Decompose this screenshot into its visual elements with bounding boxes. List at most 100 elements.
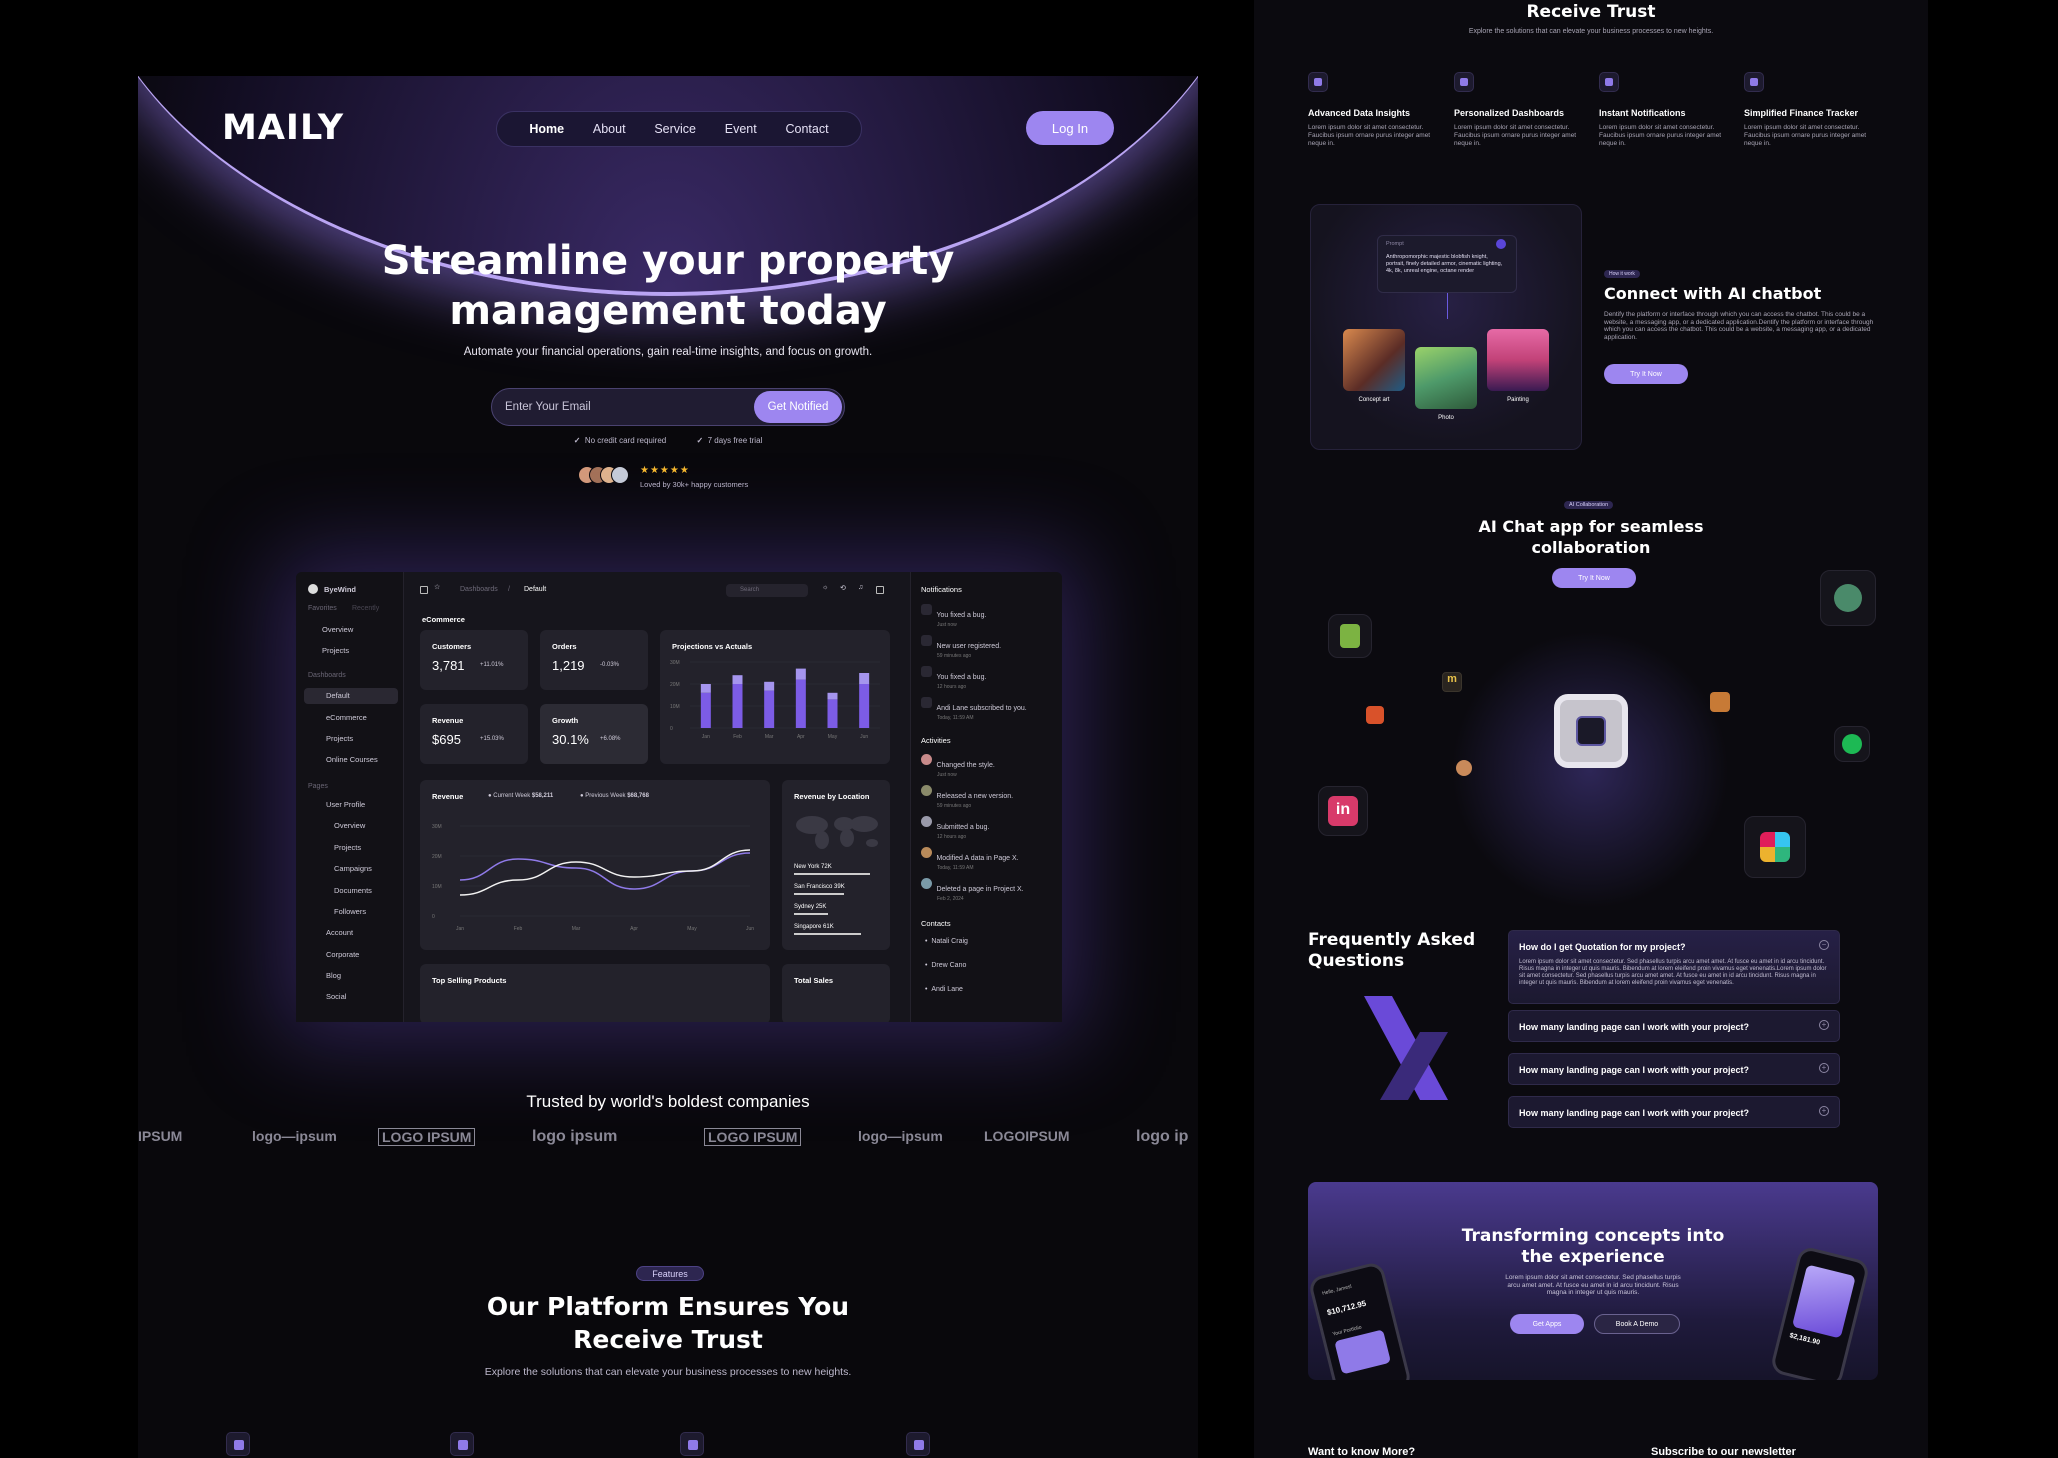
- sidebar-item-social[interactable]: Social: [326, 992, 346, 1001]
- sidebar-subitem-campaigns[interactable]: Campaigns: [334, 864, 372, 873]
- slack-logo: [1760, 832, 1790, 862]
- nav-event[interactable]: Event: [725, 122, 757, 136]
- y-tick-label: 30M: [670, 660, 680, 666]
- concept-art-image[interactable]: [1343, 329, 1405, 391]
- sidebar-item-projects[interactable]: Projects: [322, 646, 349, 655]
- faq-item[interactable]: How many landing page can I work with yo…: [1508, 1053, 1840, 1085]
- faq-question: How do I get Quotation for my project?: [1519, 942, 1686, 952]
- activity-item[interactable]: Released a new version. 59 minutes ago: [921, 785, 1013, 809]
- activity-item[interactable]: Submitted a bug. 12 hours ago: [921, 816, 989, 840]
- image-label: Painting: [1507, 397, 1529, 403]
- sidebar-subitem-followers[interactable]: Followers: [334, 907, 366, 916]
- bar-projection: [859, 673, 870, 684]
- tab-recently[interactable]: Recently: [352, 605, 379, 612]
- phone-mockup-left: Hello, Jamesl $10,712.95 Your Portfolio: [1308, 1260, 1413, 1380]
- login-button[interactable]: Log In: [1026, 111, 1114, 145]
- sidebar-item-account[interactable]: Account: [326, 928, 353, 937]
- location-value: 72K: [821, 864, 832, 870]
- get-apps-button[interactable]: Get Apps: [1510, 1314, 1584, 1334]
- activity-item[interactable]: Changed the style. Just now: [921, 754, 995, 778]
- connector-line: [1447, 293, 1448, 319]
- sidebar-item-user-profile[interactable]: User Profile: [326, 800, 365, 809]
- breadcrumb-dashboards[interactable]: Dashboards: [460, 586, 498, 593]
- faq-item-open[interactable]: How do I get Quotation for my project? −…: [1508, 930, 1840, 1004]
- panel-toggle-icon[interactable]: [876, 586, 884, 594]
- landing-page-continued: Receive Trust Explore the solutions that…: [1254, 0, 1928, 1458]
- activity-time: 12 hours ago: [937, 834, 967, 840]
- contact-name: Andi Lane: [931, 986, 963, 993]
- sidebar-subitem-overview[interactable]: Overview: [334, 821, 365, 830]
- notification-item[interactable]: Andi Lane subscribed to you. Today, 11:59…: [921, 697, 1027, 721]
- nav-service[interactable]: Service: [654, 122, 696, 136]
- history-icon[interactable]: ⟲: [840, 584, 846, 592]
- plus-icon[interactable]: +: [1819, 1106, 1829, 1116]
- stat-change: +15.03%: [480, 736, 504, 742]
- stat-value: 3,781: [432, 658, 465, 673]
- get-notified-button[interactable]: Get Notified: [754, 391, 842, 423]
- photo-image[interactable]: [1415, 347, 1477, 409]
- contact-item[interactable]: • Andi Lane: [925, 986, 963, 993]
- faq-question: How many landing page can I work with yo…: [1519, 1022, 1750, 1032]
- notifications-icon: [1599, 72, 1619, 92]
- total-sales-title: Total Sales: [794, 976, 834, 985]
- minus-icon[interactable]: −: [1819, 940, 1829, 950]
- check-item-2: ✓ 7 days free trial: [696, 436, 762, 445]
- email-input[interactable]: Enter Your Email: [505, 401, 591, 413]
- sidebar-subitem-projects[interactable]: Projects: [334, 843, 361, 852]
- dashboard-right-panel: Notifications You fixed a bug. Just now N…: [910, 572, 1062, 1022]
- nav-home[interactable]: Home: [529, 122, 564, 136]
- collaboration-pill: AI Collaboration: [1564, 501, 1614, 509]
- activity-text: Changed the style.: [936, 762, 995, 769]
- notification-item[interactable]: New user registered. 59 minutes ago: [921, 635, 1001, 659]
- painting-image[interactable]: [1487, 329, 1549, 391]
- sun-icon[interactable]: ☼: [822, 584, 828, 591]
- activity-item[interactable]: Modified A data in Page X. Today, 11:59 A…: [921, 847, 1019, 871]
- customer-avatars: [578, 466, 638, 486]
- check-icon: ✓: [696, 436, 704, 445]
- send-icon[interactable]: [1496, 239, 1506, 249]
- feature-title: Simplified Finance Tracker: [1744, 108, 1859, 118]
- activity-item[interactable]: Deleted a page in Project X. Feb 2, 2024: [921, 878, 1024, 902]
- sidebar-subitem-documents[interactable]: Documents: [334, 886, 372, 895]
- sidebar-item-ecommerce[interactable]: eCommerce: [326, 713, 367, 722]
- nav-contact[interactable]: Contact: [786, 122, 829, 136]
- contact-item[interactable]: • Drew Cano: [925, 962, 966, 969]
- search-input[interactable]: Search: [726, 584, 808, 597]
- bell-icon[interactable]: ♫: [858, 584, 863, 591]
- plus-icon[interactable]: +: [1819, 1063, 1829, 1073]
- plus-icon[interactable]: +: [1819, 1020, 1829, 1030]
- notification-item[interactable]: You fixed a bug. Just now: [921, 604, 986, 628]
- notification-item[interactable]: You fixed a bug. 12 hours ago: [921, 666, 986, 690]
- company-logo: logo—ipsum: [252, 1128, 337, 1144]
- y-tick-label: 20M: [670, 682, 680, 688]
- company-logo: logo ipsum: [532, 1128, 618, 1145]
- star-icon[interactable]: ☆: [434, 583, 440, 591]
- location-bar: [794, 873, 870, 875]
- tab-favorites[interactable]: Favorites: [308, 605, 337, 612]
- sidebar-item-overview[interactable]: Overview: [322, 625, 353, 634]
- avatar: [921, 878, 932, 889]
- x-tick-label: Apr: [630, 926, 638, 932]
- y-tick-label: 0: [670, 726, 673, 732]
- sidebar-toggle-icon[interactable]: [420, 586, 428, 594]
- contact-item[interactable]: • Natali Craig: [925, 938, 968, 945]
- collaboration-try-button[interactable]: Try It Now: [1552, 568, 1636, 588]
- faq-question: How many landing page can I work with yo…: [1519, 1108, 1750, 1118]
- sidebar-item-corporate[interactable]: Corporate: [326, 950, 359, 959]
- nav-about[interactable]: About: [593, 122, 626, 136]
- check-text-1: No credit card required: [584, 436, 667, 445]
- dashboards-icon: [450, 1432, 474, 1456]
- notification-text: Andi Lane subscribed to you.: [936, 705, 1027, 712]
- sidebar-item-default[interactable]: Default: [326, 691, 350, 700]
- x-tick-label: Jun: [746, 926, 754, 932]
- spotify-logo: [1842, 734, 1862, 754]
- sidebar-item-blog[interactable]: Blog: [326, 971, 341, 980]
- bug-icon: [921, 604, 932, 615]
- sidebar-item-online-courses[interactable]: Online Courses: [326, 755, 378, 764]
- faq-item[interactable]: How many landing page can I work with yo…: [1508, 1096, 1840, 1128]
- book-demo-button[interactable]: Book A Demo: [1594, 1314, 1680, 1334]
- sidebar-item-projects-dash[interactable]: Projects: [326, 734, 353, 743]
- try-now-button[interactable]: Try It Now: [1604, 364, 1688, 384]
- notification-text: You fixed a bug.: [936, 674, 987, 681]
- faq-item[interactable]: How many landing page can I work with yo…: [1508, 1010, 1840, 1042]
